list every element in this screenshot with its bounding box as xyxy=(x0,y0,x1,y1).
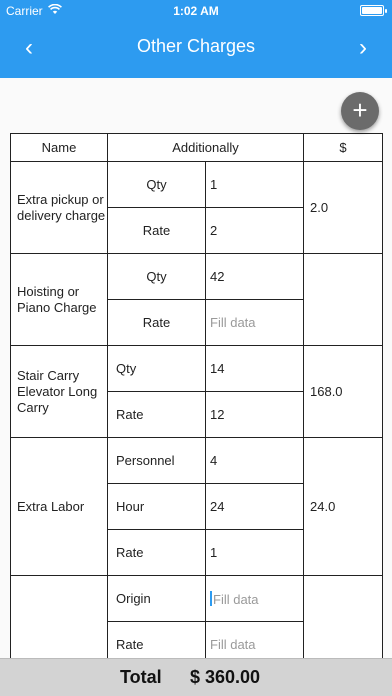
field-input-focused[interactable]: Fill data xyxy=(205,575,304,622)
field-label: Rate xyxy=(107,207,206,254)
charge-name xyxy=(10,575,108,668)
charge-total: 168.0 xyxy=(303,345,383,438)
field-label: Qty xyxy=(107,161,206,208)
charge-total xyxy=(303,253,383,346)
clock: 1:02 AM xyxy=(173,4,219,18)
field-input[interactable]: 1 xyxy=(205,161,304,208)
field-placeholder: Fill data xyxy=(213,591,259,607)
text-cursor xyxy=(210,590,212,606)
add-charge-button[interactable]: + xyxy=(341,92,379,130)
battery-icon xyxy=(360,5,387,16)
table-row: Origin Fill data xyxy=(10,575,383,668)
navigation-bar: ‹ Other Charges › xyxy=(0,22,392,78)
field-label: Rate xyxy=(107,299,206,346)
header-amount: $ xyxy=(303,133,383,162)
field-label: Rate xyxy=(107,391,206,438)
table-row: Extra pickup or delivery charge Qty 1 2.… xyxy=(10,161,383,254)
charge-total xyxy=(303,575,383,668)
field-input[interactable]: 14 xyxy=(205,345,304,392)
charge-name: Extra pickup or delivery charge xyxy=(10,161,108,254)
field-input[interactable]: 42 xyxy=(205,253,304,300)
charge-total: 24.0 xyxy=(303,437,383,576)
charge-total: 2.0 xyxy=(303,161,383,254)
total-value: $ 360.00 xyxy=(190,667,261,687)
charge-name: Extra Labor xyxy=(10,437,108,576)
field-input[interactable]: 1 xyxy=(205,529,304,576)
page-title: Other Charges xyxy=(136,36,256,56)
charge-name: Hoisting or Piano Charge xyxy=(10,253,108,346)
plus-icon: + xyxy=(352,95,368,125)
total-footer: Total $ 360.00 xyxy=(0,658,392,696)
field-label: Qty xyxy=(107,253,206,300)
field-input[interactable]: 4 xyxy=(205,437,304,484)
charges-table: Name Additionally $ Extra pickup or deli… xyxy=(10,133,383,668)
header-name: Name xyxy=(10,133,108,162)
field-input[interactable]: 24 xyxy=(205,483,304,530)
field-label: Personnel xyxy=(107,437,206,484)
field-label: Origin xyxy=(107,575,206,622)
charge-name: Stair Carry Elevator Long Carry xyxy=(10,345,108,438)
field-input[interactable]: 2 xyxy=(205,207,304,254)
field-label: Hour xyxy=(107,483,206,530)
table-row: Hoisting or Piano Charge Qty 42 xyxy=(10,253,383,346)
total-label: Total xyxy=(120,667,162,687)
field-label: Rate xyxy=(107,529,206,576)
table-row: Extra Labor Personnel 4 24.0 xyxy=(10,437,383,576)
field-input[interactable]: 12 xyxy=(205,391,304,438)
status-bar: Carrier 1:02 AM xyxy=(0,0,392,22)
field-input[interactable]: Fill data xyxy=(205,299,304,346)
forward-chevron-icon[interactable]: › xyxy=(348,36,378,60)
table-row: Stair Carry Elevator Long Carry Qty 14 1… xyxy=(10,345,383,438)
field-label: Qty xyxy=(107,345,206,392)
header-additionally: Additionally xyxy=(107,133,304,162)
